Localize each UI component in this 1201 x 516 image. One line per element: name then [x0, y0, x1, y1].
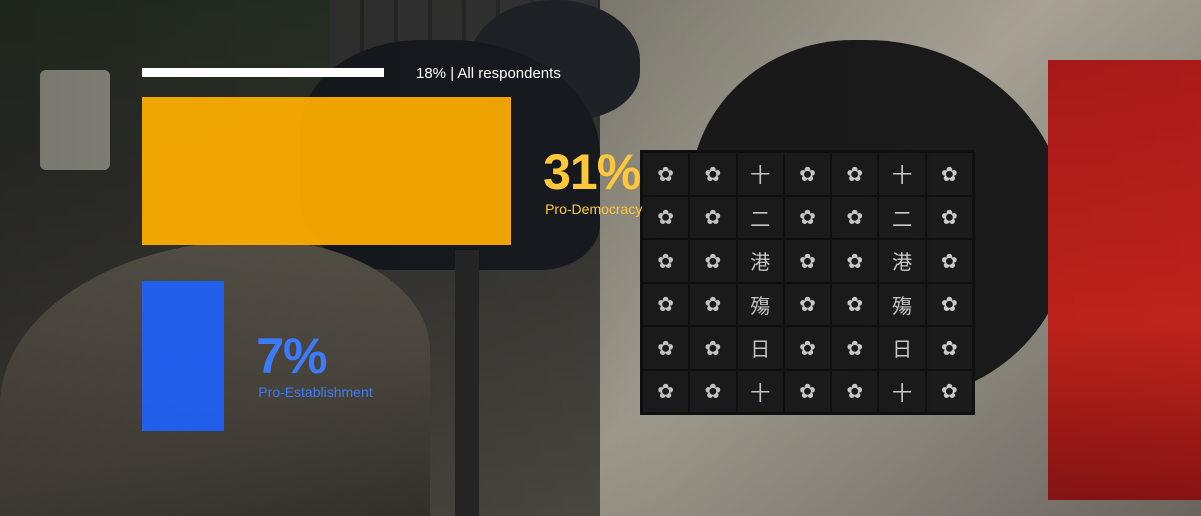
overall-label: 18% | All respondents [416, 65, 561, 82]
bar-value-pro-establishment: 7% [256, 328, 327, 384]
bar-pro-democracy [142, 97, 512, 245]
bar-value-pro-democracy: 31% [543, 144, 641, 200]
bar-label-pro-establishment: Pro-Establishment [258, 384, 373, 400]
bar-pro-establishment [142, 281, 225, 431]
overall-progress-track [142, 68, 384, 77]
bar-label-pro-democracy: Pro-Democracy [545, 201, 643, 217]
overall-progress-fill [142, 68, 384, 77]
chart-stage: ✿✿十✿✿十✿✿✿二✿✿二✿✿✿港✿✿港✿✿✿殤✿✿殤✿✿✿日✿✿日✿✿✿十✿✿… [0, 0, 1201, 516]
bar-chart: 18% | All respondents 31% Pro-Democracy … [0, 0, 1201, 516]
